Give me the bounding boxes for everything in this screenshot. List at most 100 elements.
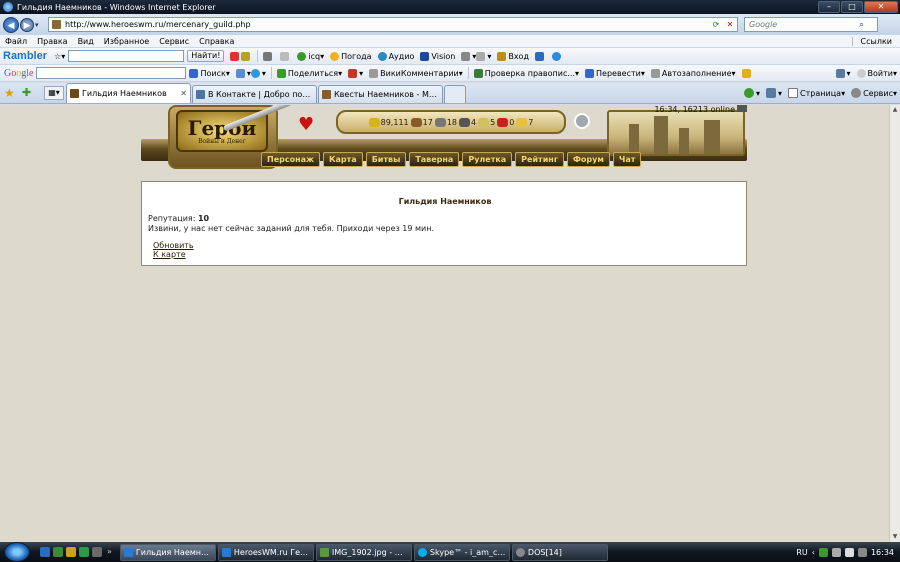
- close-button[interactable]: ✕: [864, 1, 898, 13]
- tab-mercenary-guild[interactable]: Гильдия Наемников ✕: [66, 83, 191, 103]
- refresh-link[interactable]: Обновить: [153, 241, 194, 250]
- nav-battles[interactable]: Битвы: [365, 152, 407, 167]
- menu-tools[interactable]: Сервис: [154, 37, 194, 46]
- volume-icon[interactable]: [844, 547, 854, 557]
- search-box[interactable]: ⌕: [744, 17, 878, 32]
- tab-vkontakte[interactable]: В Контакте | Добро пожа...: [192, 85, 317, 103]
- page-menu[interactable]: Страница ▾: [785, 88, 848, 98]
- audio-button[interactable]: Аудио: [375, 51, 418, 61]
- signin-button[interactable]: Войти ▾: [854, 68, 900, 78]
- show-desktop-icon[interactable]: [40, 547, 50, 557]
- vertical-scrollbar[interactable]: ▲ ▼: [889, 105, 900, 542]
- excel-icon[interactable]: [79, 547, 89, 557]
- autofill-button[interactable]: Автозаполнение ▾: [648, 68, 739, 78]
- task-ie-heroes[interactable]: HeroesWM.ru Геро...: [217, 543, 314, 561]
- wiki-button[interactable]: ВикиКомментарии ▾: [366, 68, 466, 78]
- vision-button[interactable]: Vision: [417, 51, 458, 61]
- minimize-button[interactable]: –: [818, 1, 840, 13]
- tab-quests[interactable]: Квесты Наемников - Мол...: [318, 85, 443, 103]
- task-photo[interactable]: IMG_1902.jpg - Фот...: [315, 543, 412, 561]
- task-skype[interactable]: Skype™ - i_am_child: [413, 543, 510, 561]
- new-tab-button[interactable]: [444, 85, 466, 103]
- map-link[interactable]: К карте: [153, 250, 186, 259]
- menu-edit[interactable]: Правка: [32, 37, 72, 46]
- google-search-button[interactable]: Поиск ▾: [186, 68, 232, 78]
- rambler-logo[interactable]: Rambler: [0, 50, 51, 62]
- history-dropdown-icon[interactable]: ▾: [35, 21, 43, 29]
- quick-launch-more[interactable]: »: [107, 547, 112, 557]
- scroll-down-icon[interactable]: ▼: [890, 532, 900, 542]
- toolbar-separator: [270, 67, 272, 79]
- nav-roulette[interactable]: Рулетка: [462, 152, 513, 167]
- nav-map[interactable]: Карта: [322, 152, 363, 167]
- extensions-icon[interactable]: ▾ ▾: [233, 68, 269, 78]
- tray-app-icon[interactable]: [857, 547, 867, 557]
- settings-icon[interactable]: [532, 51, 549, 61]
- nav-rating[interactable]: Рейтинг: [515, 152, 564, 167]
- clock[interactable]: 16:34: [871, 548, 894, 557]
- menu-view[interactable]: Вид: [73, 37, 99, 46]
- search-icon[interactable]: ⌕: [859, 20, 864, 30]
- nav-character[interactable]: Персонаж: [261, 152, 320, 167]
- tray-expand-icon[interactable]: ‹: [812, 548, 815, 557]
- url-field[interactable]: http://www.heroeswm.ru/mercenary_guild.p…: [48, 17, 738, 32]
- rambler-find-label[interactable]: Найти!: [187, 50, 225, 62]
- favorites-star-icon[interactable]: ☆▾: [51, 52, 68, 61]
- pencil-icon[interactable]: [739, 68, 756, 78]
- rambler-find-button[interactable]: Найти!: [184, 50, 227, 62]
- network-icon[interactable]: [831, 547, 841, 557]
- tray-app-icon[interactable]: [818, 547, 828, 557]
- stop-icon[interactable]: ✕: [723, 18, 737, 31]
- favorites-star-icon[interactable]: ★: [4, 86, 18, 100]
- rambler-search-input[interactable]: [68, 50, 185, 62]
- share-button[interactable]: Поделиться ▾: [274, 68, 345, 78]
- resources-bar: 89,111 17 18 4 5 0 7: [336, 110, 566, 134]
- maximize-button[interactable]: □: [841, 1, 863, 13]
- language-indicator[interactable]: RU: [796, 548, 807, 557]
- add-favorites-icon[interactable]: ✚: [22, 86, 36, 100]
- back-button[interactable]: ◀: [3, 16, 19, 33]
- task-ie-guild[interactable]: Гильдия Наемнико...: [119, 543, 216, 561]
- spell-button[interactable]: Проверка правопис... ▾: [471, 68, 582, 78]
- translate-button[interactable]: Перевести ▾: [582, 68, 648, 78]
- login-button[interactable]: Вход: [494, 51, 532, 61]
- nav-chat[interactable]: Чат: [612, 152, 642, 167]
- tab-close-icon[interactable]: ✕: [180, 89, 187, 98]
- home-icon[interactable]: ▾: [741, 88, 763, 98]
- menu-help[interactable]: Справка: [194, 37, 239, 46]
- mail-icon[interactable]: [277, 51, 294, 61]
- tab-favicon-icon: [70, 89, 79, 98]
- menu-file[interactable]: Файл: [0, 37, 32, 46]
- search-input[interactable]: [749, 20, 859, 29]
- google-logo[interactable]: Google: [0, 68, 36, 79]
- print-icon[interactable]: ▾: [763, 88, 785, 98]
- links-button[interactable]: Ссылки: [851, 36, 900, 46]
- extra-icons[interactable]: ▾ ▾: [458, 51, 494, 61]
- app-icon[interactable]: [92, 547, 102, 557]
- forward-button[interactable]: ▶: [20, 17, 34, 32]
- weather-button[interactable]: Погода: [327, 51, 374, 61]
- task-dos[interactable]: DOS[14]: [511, 543, 608, 561]
- icq-button[interactable]: icq ▾: [294, 51, 327, 61]
- nav-forum[interactable]: Форум: [567, 152, 610, 167]
- ring-icon[interactable]: [574, 113, 590, 129]
- sulfur-value: 5: [490, 117, 496, 127]
- tools-menu[interactable]: Сервис ▾: [848, 88, 900, 98]
- quick-tabs-button[interactable]: ▦▾: [44, 86, 64, 100]
- bookmark-icon[interactable]: ▾: [345, 68, 366, 78]
- start-button[interactable]: [4, 542, 30, 562]
- google-search-input[interactable]: [36, 67, 187, 79]
- refresh-icon[interactable]: ⟳: [709, 18, 723, 31]
- media-icon[interactable]: [53, 547, 63, 557]
- wrench-icon[interactable]: ▾: [833, 68, 854, 78]
- url-text[interactable]: http://www.heroeswm.ru/mercenary_guild.p…: [65, 20, 709, 29]
- help-icon[interactable]: [549, 51, 566, 61]
- explorer-icon[interactable]: [66, 547, 76, 557]
- wood-value: 17: [422, 117, 433, 127]
- nav-tavern[interactable]: Таверна: [409, 152, 460, 167]
- pen-icon[interactable]: [260, 51, 277, 61]
- scroll-up-icon[interactable]: ▲: [890, 105, 900, 115]
- highlight-icon[interactable]: [227, 51, 255, 61]
- weather-label: Погода: [341, 51, 372, 61]
- menu-favorites[interactable]: Избранное: [99, 37, 154, 46]
